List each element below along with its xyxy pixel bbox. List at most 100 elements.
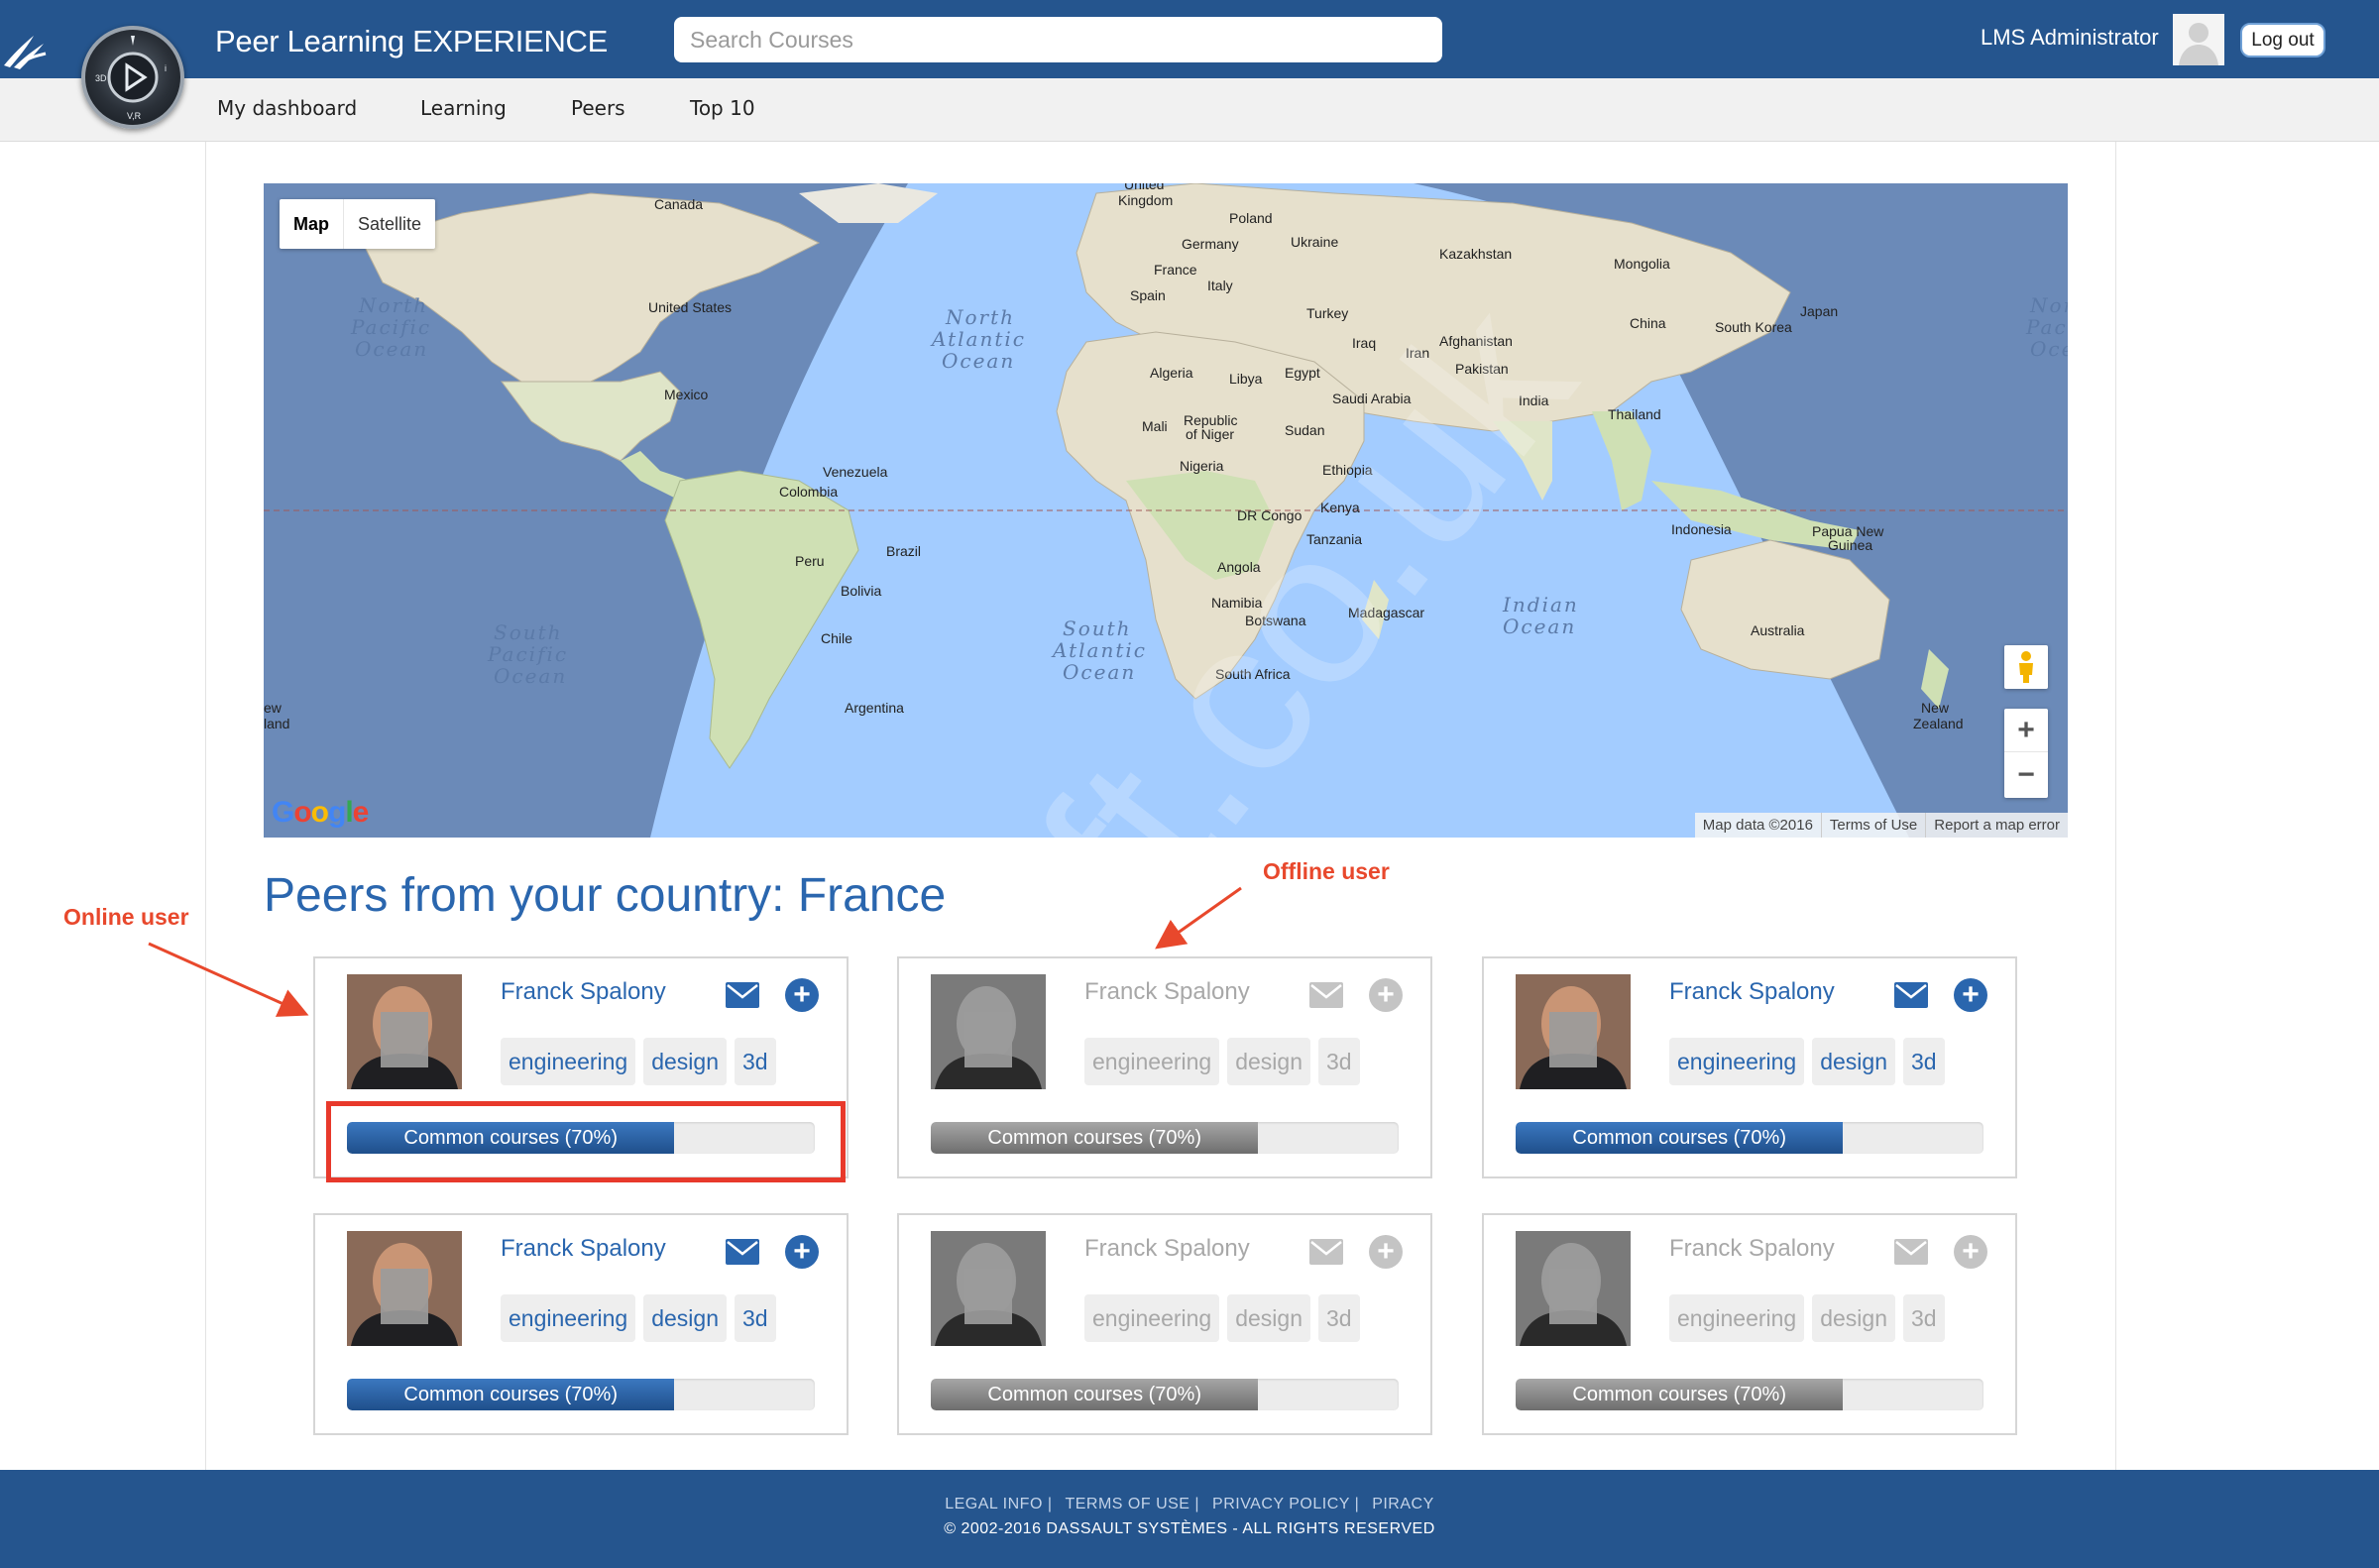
map-label-country: Ukraine: [1291, 234, 1338, 250]
map-label-country: India: [1519, 392, 1549, 408]
map-label-country: Thailand: [1608, 406, 1661, 422]
map-type-map-button[interactable]: Map: [280, 199, 344, 249]
peer-photo[interactable]: [1516, 1231, 1631, 1346]
peer-photo[interactable]: [931, 974, 1046, 1089]
map-label-country: Madagascar: [1348, 605, 1424, 620]
peer-card-online[interactable]: Franck Spalony + engineering design 3d Com…: [313, 1213, 849, 1435]
common-courses-progress: Common courses (70%): [931, 1379, 1399, 1410]
peer-name[interactable]: Franck Spalony: [1084, 1235, 1250, 1263]
peer-tag[interactable]: design: [643, 1038, 727, 1085]
peer-card-online[interactable]: Franck Spalony + engineering design 3d Com…: [1482, 956, 2017, 1178]
nav-peers[interactable]: Peers: [571, 96, 625, 120]
common-courses-label: Common courses (70%): [403, 1384, 618, 1405]
mail-icon[interactable]: [726, 1239, 759, 1265]
zoom-in-button[interactable]: +: [2004, 709, 2048, 752]
footer-link-piracy[interactable]: PIRACY: [1372, 1496, 1434, 1512]
map-type-control: Map Satellite: [280, 199, 436, 249]
section-title: Peers from your country: France: [264, 869, 947, 922]
peer-photo[interactable]: [347, 1231, 462, 1346]
nav-my-dashboard[interactable]: My dashboard: [217, 96, 357, 120]
peer-photo[interactable]: [1516, 974, 1631, 1089]
footer-link-privacy-policy[interactable]: PRIVACY POLICY |: [1212, 1496, 1359, 1512]
peer-tag[interactable]: 3d: [735, 1038, 776, 1085]
peer-tag[interactable]: engineering: [501, 1294, 636, 1342]
peer-card-offline[interactable]: Franck Spalony + engineering design 3d Com…: [897, 1213, 1432, 1435]
peer-card-offline[interactable]: Franck Spalony + engineering design 3d Com…: [897, 956, 1432, 1178]
map-canvas[interactable]: North Pacific Ocean North Atlantic Ocean…: [264, 183, 2068, 838]
peer-tag[interactable]: design: [643, 1294, 727, 1342]
peer-tag[interactable]: 3d: [735, 1294, 776, 1342]
peer-tag[interactable]: engineering: [1084, 1038, 1220, 1085]
map-label-country: Iraq: [1352, 335, 1376, 351]
zoom-out-button[interactable]: −: [2004, 753, 2048, 797]
peer-tag[interactable]: 3d: [1903, 1038, 1945, 1085]
svg-text:3D: 3D: [95, 73, 107, 83]
add-peer-icon[interactable]: +: [785, 978, 819, 1012]
mail-icon[interactable]: [1894, 1239, 1928, 1265]
terms-of-use-link[interactable]: Terms of Use: [1820, 813, 1925, 838]
dassault-logo-icon[interactable]: [0, 24, 52, 73]
peer-photo[interactable]: [347, 974, 462, 1089]
peer-name[interactable]: Franck Spalony: [1669, 978, 1835, 1006]
common-courses-progress: Common courses (70%): [1516, 1379, 1983, 1410]
footer-link-terms-of-use[interactable]: TERMS OF USE |: [1065, 1496, 1199, 1512]
compass-app-icon[interactable]: 3D i V,R: [81, 26, 184, 129]
peer-name[interactable]: Franck Spalony: [501, 1235, 666, 1263]
peer-tag[interactable]: design: [1227, 1038, 1310, 1085]
peer-tag[interactable]: 3d: [1318, 1294, 1360, 1342]
map-label-ocean: Pac: [2025, 315, 2068, 339]
footer-links: LEGAL INFO | TERMS OF USE | PRIVACY POLI…: [0, 1496, 2379, 1513]
map-label-ocean: North: [945, 305, 1015, 329]
peer-photo-image: [1516, 1231, 1631, 1346]
mail-icon[interactable]: [1894, 982, 1928, 1008]
footer-link-legal-info[interactable]: LEGAL INFO |: [945, 1496, 1052, 1512]
search-input[interactable]: [674, 17, 1442, 62]
peer-card-offline[interactable]: Franck Spalony + engineering design 3d Com…: [1482, 1213, 2017, 1435]
world-map[interactable]: North Pacific Ocean North Atlantic Ocean…: [264, 183, 2068, 838]
street-view-pegman-icon[interactable]: [2004, 645, 2048, 689]
mail-icon[interactable]: [1309, 982, 1343, 1008]
map-label-country: Kenya: [1320, 500, 1360, 515]
add-peer-icon[interactable]: +: [1954, 1235, 1987, 1269]
map-type-satellite-button[interactable]: Satellite: [344, 199, 435, 249]
peer-photo[interactable]: [931, 1231, 1046, 1346]
peer-name[interactable]: Franck Spalony: [1669, 1235, 1835, 1263]
map-label-country: Bolivia: [841, 583, 881, 599]
add-peer-icon[interactable]: +: [1369, 978, 1403, 1012]
map-label-country: Indonesia: [1671, 521, 1732, 537]
current-user-name[interactable]: LMS Administrator: [1981, 25, 2159, 51]
user-avatar[interactable]: [2173, 14, 2224, 65]
mail-icon[interactable]: [726, 982, 759, 1008]
peer-tag[interactable]: engineering: [1669, 1038, 1805, 1085]
map-label-ocean: Pacific: [487, 642, 568, 666]
add-peer-icon[interactable]: +: [785, 1235, 819, 1269]
map-label-country: South Africa: [1215, 666, 1291, 682]
peer-photo-image: [931, 1231, 1046, 1346]
add-peer-icon[interactable]: +: [1954, 978, 1987, 1012]
arrow-to-offline-card: [1155, 886, 1242, 950]
peer-name[interactable]: Franck Spalony: [501, 978, 666, 1006]
map-label-country: France: [1154, 262, 1197, 278]
mail-icon[interactable]: [1309, 1239, 1343, 1265]
peer-tag[interactable]: engineering: [501, 1038, 636, 1085]
peer-tag[interactable]: design: [1227, 1294, 1310, 1342]
map-label-ocean: Ocean: [1063, 660, 1136, 684]
peer-tags: engineering design 3d: [1084, 1294, 1360, 1342]
peer-tag[interactable]: design: [1812, 1038, 1895, 1085]
map-label-country: Australia: [1751, 622, 1805, 638]
add-peer-icon[interactable]: +: [1369, 1235, 1403, 1269]
peer-tag[interactable]: engineering: [1669, 1294, 1805, 1342]
peer-tag[interactable]: design: [1812, 1294, 1895, 1342]
nav-top-10[interactable]: Top 10: [690, 96, 755, 120]
map-label-country: Argentina: [845, 700, 904, 716]
nav-learning[interactable]: Learning: [420, 96, 507, 120]
map-label-country: Mexico: [664, 387, 709, 402]
logout-button[interactable]: Log out: [2240, 23, 2325, 57]
peer-tag[interactable]: engineering: [1084, 1294, 1220, 1342]
google-logo[interactable]: Google: [272, 796, 369, 830]
peer-tag[interactable]: 3d: [1318, 1038, 1360, 1085]
report-map-error-link[interactable]: Report a map error: [1925, 813, 2068, 838]
map-label-country: United: [1124, 183, 1164, 192]
peer-tag[interactable]: 3d: [1903, 1294, 1945, 1342]
peer-name[interactable]: Franck Spalony: [1084, 978, 1250, 1006]
